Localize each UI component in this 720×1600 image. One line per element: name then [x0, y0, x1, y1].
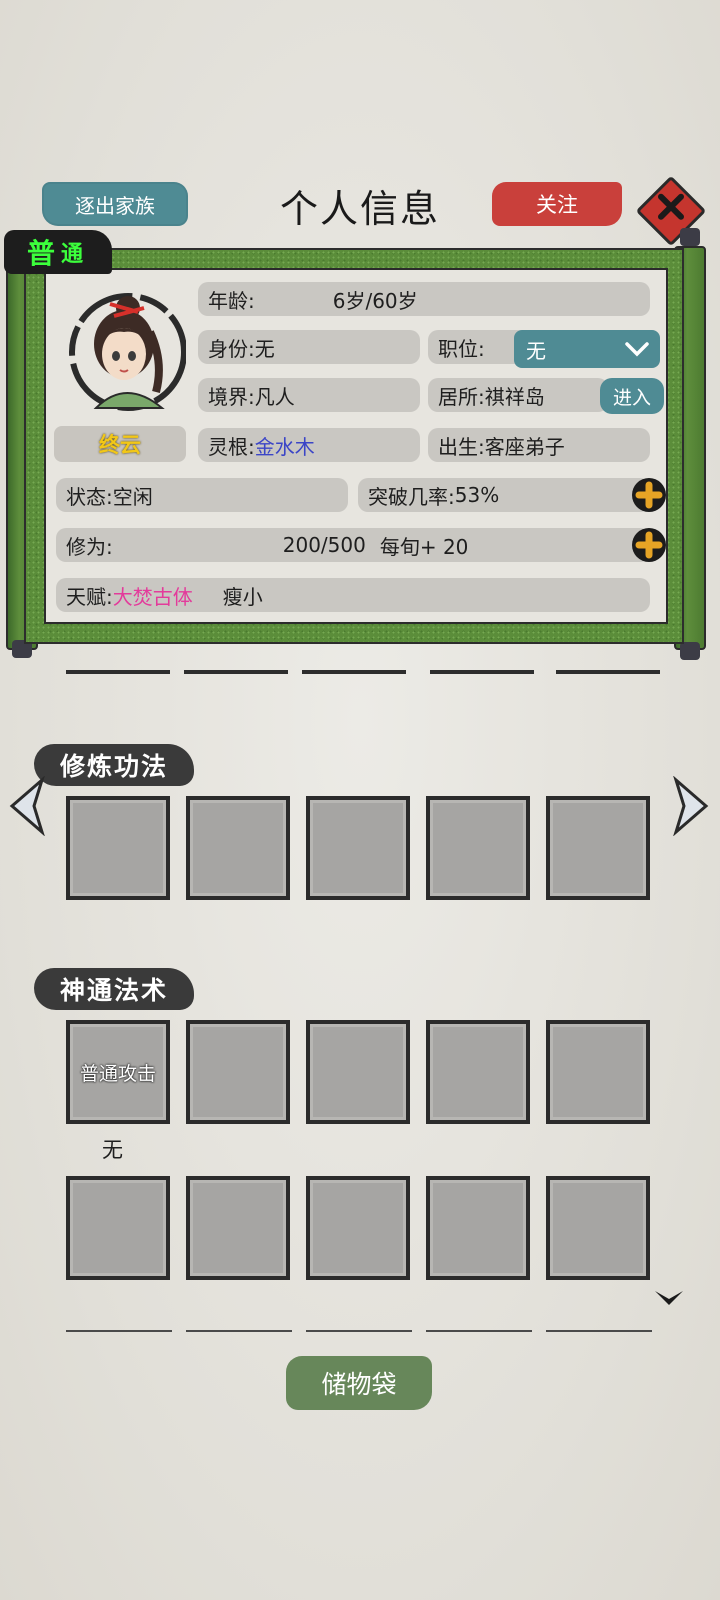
- techniques-section-title: 修炼功法: [34, 744, 195, 786]
- spells-section-title: 神通法术: [34, 968, 195, 1010]
- spell-slot-label: 普通攻击: [79, 1062, 156, 1085]
- scroll-cap: [680, 642, 700, 660]
- status-label: 状态:: [66, 484, 113, 509]
- spell-slot[interactable]: [306, 1176, 410, 1280]
- cultivation-field: 修为: 200/500 每旬+ 20: [56, 528, 650, 562]
- spell-slot[interactable]: [186, 1176, 290, 1280]
- divider: [556, 670, 660, 674]
- spell-slot[interactable]: [306, 1020, 410, 1124]
- talent-value[interactable]: 大焚古体: [113, 581, 193, 610]
- follow-button[interactable]: 关注: [492, 182, 622, 226]
- close-icon: [658, 193, 684, 220]
- origin-label: 出生:: [438, 434, 485, 459]
- chevron-down-icon: [625, 342, 649, 357]
- expand-down-button[interactable]: [652, 1288, 686, 1314]
- identity-value: 无: [254, 336, 275, 361]
- identity-field: 身份: 无: [198, 330, 420, 364]
- spell-slot[interactable]: 普通攻击: [66, 1020, 170, 1124]
- residence-value: 祺祥岛: [484, 384, 545, 409]
- spell-slot[interactable]: [426, 1176, 530, 1280]
- plus-icon: [635, 531, 663, 559]
- origin-value: 客座弟子: [484, 434, 565, 459]
- origin-field: 出生: 客座弟子: [428, 428, 650, 462]
- identity-label: 身份:: [208, 336, 255, 361]
- divider: [426, 1330, 532, 1332]
- cultivation-plus-button[interactable]: [632, 528, 666, 562]
- age-label: 年龄:: [208, 288, 255, 313]
- enter-residence-button[interactable]: 进入: [600, 378, 664, 414]
- cultivation-rate: 每旬+ 20: [379, 534, 469, 559]
- realm-field: 境界: 凡人: [198, 378, 420, 412]
- divider: [66, 670, 170, 674]
- storage-bag-button[interactable]: 储物袋: [286, 1356, 432, 1410]
- scroll-cap: [680, 228, 700, 246]
- prev-page-button[interactable]: [6, 775, 48, 837]
- avatar-portrait-icon: [69, 293, 187, 411]
- technique-slot[interactable]: [306, 796, 410, 900]
- status-value: 空闲: [112, 484, 153, 509]
- breakthrough-field: 突破几率: 53%: [358, 478, 650, 512]
- breakthrough-value: 53%: [454, 483, 500, 507]
- character-name: 终云: [54, 426, 186, 462]
- spirit-root-field: 灵根: 金水木: [198, 428, 420, 462]
- talent-extra[interactable]: 瘦小: [223, 581, 263, 610]
- job-value: 无: [526, 338, 546, 363]
- age-field: 年龄: 6岁/60岁: [198, 282, 650, 316]
- chevron-right-icon: [673, 775, 709, 837]
- realm-value: 凡人: [254, 384, 295, 409]
- age-value: 6岁/60岁: [332, 288, 418, 313]
- residence-label: 居所:: [438, 384, 485, 409]
- plus-icon: [635, 481, 663, 509]
- job-field: 职位:: [428, 330, 528, 364]
- divider: [302, 670, 406, 674]
- spirit-root-value: 金水木: [254, 434, 315, 459]
- next-page-button[interactable]: [670, 775, 712, 837]
- spell-slot[interactable]: [546, 1020, 650, 1124]
- cultivation-label: 修为:: [66, 534, 113, 559]
- spell-slot[interactable]: [186, 1020, 290, 1124]
- spell-slot[interactable]: [66, 1176, 170, 1280]
- divider: [66, 1330, 172, 1332]
- spell-slot-sub: 无: [102, 1138, 123, 1162]
- status-field: 状态: 空闲: [56, 478, 348, 512]
- spell-slot[interactable]: [426, 1020, 530, 1124]
- talent-field: 天赋: 大焚古体 瘦小: [56, 578, 650, 612]
- breakthrough-label: 突破几率:: [368, 484, 455, 509]
- technique-slot[interactable]: [426, 796, 530, 900]
- spirit-root-label: 灵根:: [208, 434, 255, 459]
- rank-char-1: 普: [26, 237, 61, 270]
- job-label: 职位:: [438, 336, 485, 361]
- chevron-down-icon: [655, 1291, 683, 1305]
- divider: [184, 670, 288, 674]
- residence-field: 居所: 祺祥岛: [428, 378, 608, 412]
- spell-slot[interactable]: [546, 1176, 650, 1280]
- realm-label: 境界:: [208, 384, 255, 409]
- character-avatar[interactable]: [66, 282, 187, 418]
- divider: [430, 670, 534, 674]
- rank-char-2: 通: [61, 242, 90, 267]
- rank-badge: 普通: [4, 230, 112, 274]
- job-select[interactable]: 无: [514, 330, 660, 368]
- technique-slot[interactable]: [546, 796, 650, 900]
- technique-slot[interactable]: [66, 796, 170, 900]
- divider: [306, 1330, 412, 1332]
- talent-label: 天赋:: [66, 584, 113, 609]
- divider: [546, 1330, 652, 1332]
- divider: [186, 1330, 292, 1332]
- technique-slot[interactable]: [186, 796, 290, 900]
- cultivation-value: 200/500: [282, 533, 366, 557]
- breakthrough-plus-button[interactable]: [632, 478, 666, 512]
- chevron-left-icon: [9, 775, 45, 837]
